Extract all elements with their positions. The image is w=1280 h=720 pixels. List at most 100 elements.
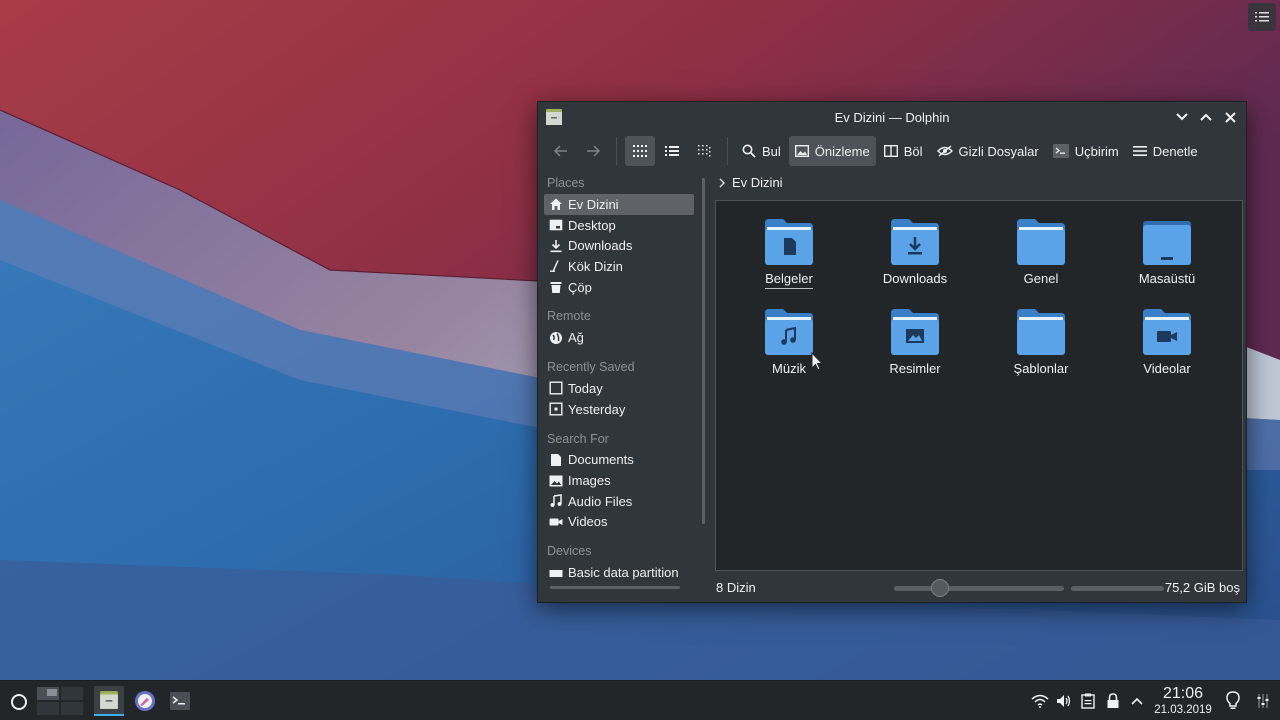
preview-button[interactable]: Önizleme [788, 136, 876, 166]
download-icon [550, 239, 562, 252]
clipboard-tray[interactable] [1078, 691, 1098, 711]
discover-app-icon [135, 691, 155, 711]
breadcrumb[interactable]: Ev Dizini [718, 175, 783, 190]
folder-videos-icon [1143, 309, 1191, 355]
terminal-label: Uçbirim [1074, 143, 1119, 159]
trash-icon [550, 282, 562, 294]
folder-desktop-icon [1143, 221, 1191, 265]
toolbar: Bul Önizleme Böl Gizli Dosyalar Uçbirim … [538, 133, 1246, 169]
folder-item[interactable]: Masaüstü [1112, 219, 1222, 288]
control-menu-button[interactable]: Denetle [1127, 136, 1204, 166]
details-view-button[interactable] [657, 136, 687, 166]
folder-music-icon [765, 309, 813, 355]
sidebar-item-home[interactable]: Ev Dizini [544, 194, 694, 215]
status-bar: 8 Dizin 75,2 GiB boş [538, 576, 1246, 600]
sidebar-item-label: Images [568, 473, 611, 489]
folder-label: Masaüstü [1138, 271, 1196, 286]
sidebar-item-network[interactable]: Ağ [544, 327, 694, 348]
split-button[interactable]: Böl [878, 136, 929, 166]
folder-item[interactable]: Şablonlar [986, 309, 1096, 378]
tray-expander[interactable] [1127, 691, 1147, 711]
search-header: Search For [547, 431, 609, 446]
hidden-files-label: Gizli Dosyalar [958, 143, 1039, 159]
desktop-toolbox-button[interactable] [1248, 3, 1276, 31]
titlebar[interactable]: Ev Dizini — Dolphin [538, 102, 1246, 133]
task-dolphin[interactable] [94, 686, 124, 716]
notifications-tray[interactable] [1222, 690, 1244, 712]
maximize-button[interactable] [1196, 107, 1216, 127]
hidden-files-button[interactable]: Gizli Dosyalar [931, 136, 1045, 166]
folder-item[interactable]: Resimler [860, 309, 970, 378]
folder-public-icon [1017, 219, 1065, 265]
sidebar-item-audio[interactable]: Audio Files [544, 491, 694, 512]
application-launcher[interactable] [8, 691, 30, 713]
folder-label: Belgeler [765, 271, 813, 289]
home-icon [550, 198, 562, 211]
folder-documents-icon [765, 219, 813, 265]
sidebar-item-label: Audio Files [568, 493, 633, 509]
taskbar: 21:06 21.03.2019 [0, 680, 1280, 720]
sidebar-item-videos[interactable]: Videos [544, 512, 694, 533]
icons-view-button[interactable] [625, 136, 655, 166]
task-konsole[interactable] [165, 686, 195, 716]
pager[interactable] [37, 687, 83, 715]
sidebar-item-trash[interactable]: Çöp [544, 277, 694, 298]
document-icon [551, 453, 561, 466]
clipboard-icon [1081, 693, 1095, 709]
sidebar-item-label: Çöp [568, 279, 592, 295]
zoom-slider-track[interactable] [894, 586, 1064, 591]
speaker-icon [1057, 695, 1071, 707]
lock-icon [1107, 693, 1119, 708]
folder-item[interactable]: Downloads [860, 219, 970, 288]
item-count: 8 Dizin [716, 580, 756, 595]
compact-view-button[interactable] [689, 136, 719, 166]
panel-settings[interactable] [1252, 690, 1274, 712]
terminal-button[interactable]: Uçbirim [1047, 136, 1125, 166]
sidebar-item-label: Today [568, 380, 603, 396]
forward-button[interactable] [578, 136, 608, 166]
folder-label: Şablonlar [1013, 361, 1069, 376]
recent-header: Recently Saved [547, 360, 635, 375]
window-title: Ev Dizini — Dolphin [834, 110, 950, 125]
sidebar-item-root[interactable]: Kök Dizin [544, 256, 694, 277]
lock-tray[interactable] [1103, 691, 1123, 711]
zoom-slider-handle[interactable] [931, 579, 949, 597]
sidebar-item-documents[interactable]: Documents [544, 450, 694, 471]
image-icon [794, 145, 809, 157]
sidebar-item-yesterday[interactable]: Yesterday [544, 399, 694, 420]
folder-item[interactable]: Belgeler [734, 219, 844, 289]
sidebar-item-downloads[interactable]: Downloads [544, 235, 694, 256]
sidebar-item-label: Downloads [568, 238, 633, 254]
close-button[interactable] [1220, 107, 1240, 127]
minimize-button[interactable] [1172, 107, 1192, 127]
terminal-icon [170, 692, 190, 710]
music-note-icon [550, 494, 562, 508]
volume-tray[interactable] [1054, 691, 1074, 711]
sidebar-item-images[interactable]: Images [544, 470, 694, 491]
hamburger-icon [1132, 146, 1147, 156]
file-view[interactable]: Belgeler Downloads Genel Masaüstü Müzik … [715, 200, 1243, 571]
digital-clock[interactable]: 21:06 21.03.2019 [1148, 685, 1218, 717]
folder-item[interactable]: Videolar [1112, 309, 1222, 378]
breadcrumb-current[interactable]: Ev Dizini [732, 175, 783, 190]
find-button[interactable]: Bul [736, 136, 787, 166]
compact-grid-icon [698, 145, 711, 157]
search-icon [742, 144, 756, 158]
grid-icon [633, 145, 647, 157]
task-discover[interactable] [130, 686, 160, 716]
free-space-text: 75,2 GiB boş [1164, 580, 1240, 595]
sidebar-vertical-scrollbar[interactable] [702, 178, 705, 524]
folder-item[interactable]: Genel [986, 219, 1096, 288]
back-button[interactable] [546, 136, 576, 166]
control-label: Denetle [1152, 143, 1198, 159]
network-tray[interactable] [1030, 691, 1050, 711]
arrow-left-icon [554, 145, 567, 157]
sidebar-item-label: Kök Dizin [568, 258, 623, 274]
calendar-yesterday-icon [549, 402, 563, 416]
folder-item[interactable]: Müzik [734, 309, 844, 378]
folder-downloads-icon [891, 219, 939, 265]
sidebar-item-desktop[interactable]: Desktop [544, 215, 694, 236]
folder-templates-icon [1017, 309, 1065, 355]
sidebar-item-today[interactable]: Today [544, 378, 694, 399]
sidebar-item-label: Yesterday [568, 401, 626, 417]
